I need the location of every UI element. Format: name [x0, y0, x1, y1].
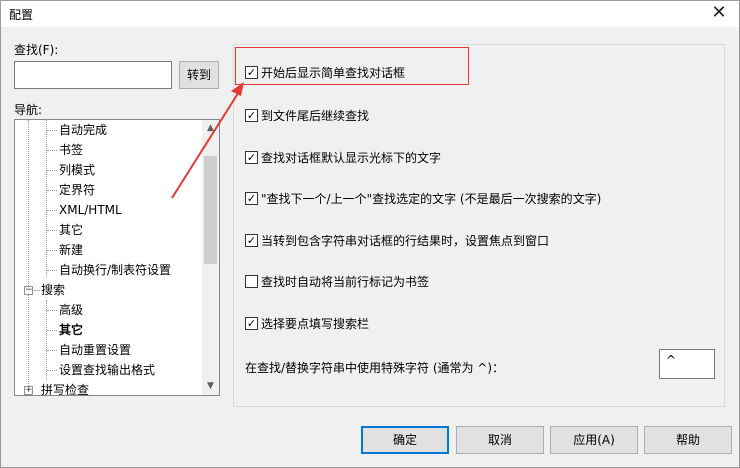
nav-item-other[interactable]: 其它: [59, 220, 83, 240]
tree-branch: [47, 210, 57, 211]
tree-branch: [47, 370, 57, 371]
checkbox-checked-icon[interactable]: ✓: [245, 151, 258, 164]
tree-branch: [47, 150, 57, 151]
special-char-input[interactable]: ^: [659, 349, 715, 379]
nav-item-search[interactable]: 搜索: [41, 280, 65, 300]
tree-branch: [47, 170, 57, 171]
apply-button[interactable]: 应用(A): [550, 426, 638, 454]
close-icon[interactable]: ✕: [699, 1, 739, 27]
tree-branch: [47, 330, 57, 331]
nav-item-other-selected[interactable]: 其它: [59, 320, 83, 340]
nav-item-new[interactable]: 新建: [59, 240, 83, 260]
nav-item-xml-html[interactable]: XML/HTML: [59, 200, 122, 220]
special-char-label: 在查找/替换字符串中使用特殊字符 (通常为 ^)：: [245, 361, 505, 375]
scroll-up-icon[interactable]: ▲: [202, 120, 219, 137]
checkbox-unchecked-icon[interactable]: [245, 275, 258, 288]
option-label: "查找下一个/上一个"查找选定的文字 (不是最后一次搜索的文字): [261, 192, 602, 206]
scroll-thumb[interactable]: [204, 156, 217, 264]
config-dialog: 配置 ✕ 查找(F): 转到 导航: 自动完成 书签 列模式 定界符 XML/H…: [0, 0, 740, 468]
option-label: 当转到包含字符串对话框的行结果时，设置焦点到窗口: [261, 234, 550, 248]
cancel-button[interactable]: 取消: [456, 426, 544, 454]
tree-branch: [47, 270, 57, 271]
option-label: 到文件尾后继续查找: [261, 109, 370, 123]
ok-button[interactable]: 确定: [361, 426, 449, 454]
nav-item-bookmarks[interactable]: 书签: [59, 140, 83, 160]
find-input[interactable]: [14, 61, 172, 89]
nav-item-autocomplete[interactable]: 自动完成: [59, 120, 107, 140]
goto-button[interactable]: 转到: [179, 61, 219, 89]
tree-connector: [46, 300, 47, 380]
collapse-icon[interactable]: −: [24, 286, 33, 295]
tree-connector: [28, 120, 29, 390]
nav-item-wrap-tab[interactable]: 自动换行/制表符设置: [59, 260, 171, 280]
nav-item-column-mode[interactable]: 列模式: [59, 160, 95, 180]
nav-item-advanced[interactable]: 高级: [59, 300, 83, 320]
option-label: 查找时自动将当前行标记为书签: [261, 275, 430, 289]
tree-connector: [46, 120, 47, 277]
tree-branch: [47, 250, 57, 251]
nav-item-find-output[interactable]: 设置查找输出格式: [59, 360, 155, 380]
tree-branch: [47, 190, 57, 191]
title-bar: 配置 ✕: [1, 1, 739, 27]
tree-branch: [47, 130, 57, 131]
checkbox-checked-icon[interactable]: ✓: [245, 234, 258, 247]
nav-item-delimiters[interactable]: 定界符: [59, 180, 95, 200]
window-title: 配置: [9, 8, 34, 22]
tree-branch: [47, 310, 57, 311]
option-label: 选择要点填写搜索栏: [261, 317, 370, 331]
options-panel: [233, 44, 725, 407]
expand-icon[interactable]: +: [24, 386, 33, 395]
nav-tree[interactable]: 自动完成 书签 列模式 定界符 XML/HTML 其它 新建 自动换行/制表符设…: [14, 119, 220, 396]
tree-branch: [34, 290, 40, 291]
tree-branch: [47, 350, 57, 351]
scroll-down-icon[interactable]: ▼: [202, 378, 219, 395]
checkbox-checked-icon[interactable]: ✓: [245, 317, 258, 330]
tree-branch: [47, 230, 57, 231]
checkbox-checked-icon[interactable]: ✓: [245, 109, 258, 122]
option-label: 查找对话框默认显示光标下的文字: [261, 151, 442, 165]
find-label: 查找(F):: [14, 43, 59, 57]
checkbox-checked-icon[interactable]: ✓: [245, 192, 258, 205]
nav-item-spellcheck[interactable]: 拼写检查: [41, 380, 89, 395]
annotation-highlight-box: [235, 47, 469, 85]
tree-scrollbar[interactable]: ▲ ▼: [202, 120, 219, 395]
nav-label: 导航:: [14, 103, 43, 117]
help-button[interactable]: 帮助: [644, 426, 732, 454]
nav-item-auto-reset[interactable]: 自动重置设置: [59, 340, 131, 360]
